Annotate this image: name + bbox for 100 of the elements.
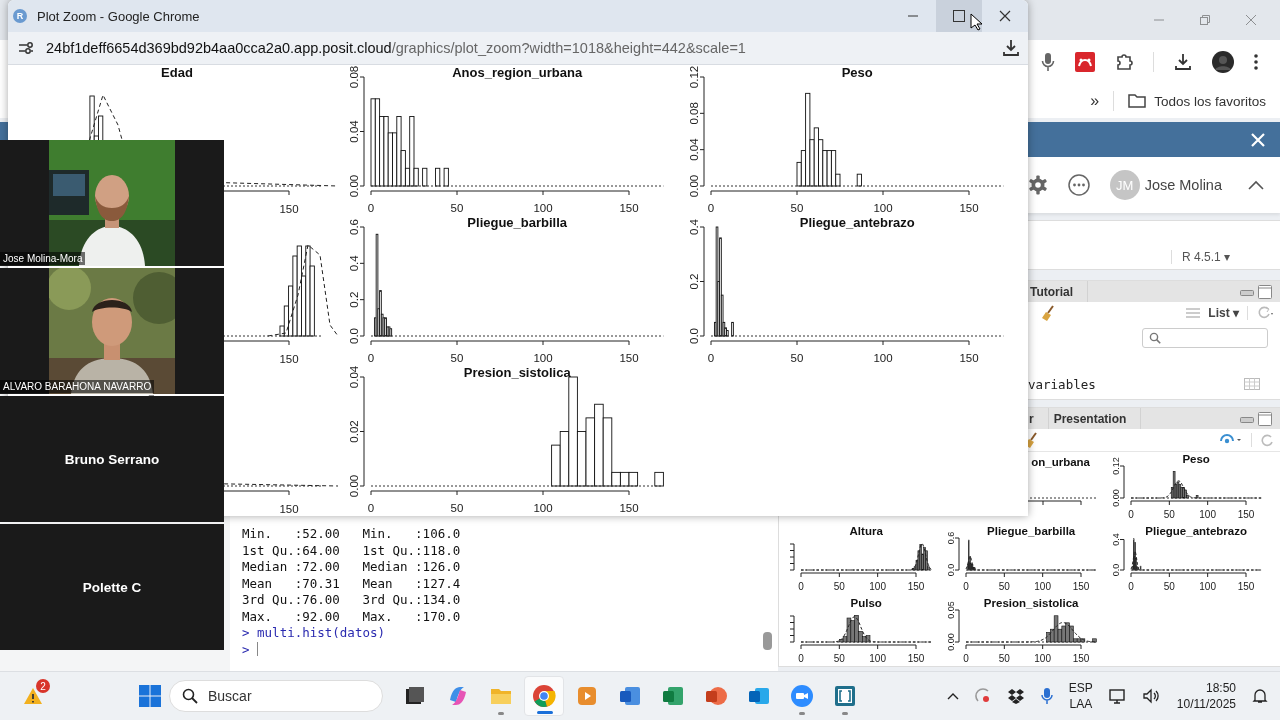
axis-tick-label: 0.04 — [348, 120, 360, 143]
axis-tick-label: 0.2 — [348, 291, 360, 308]
axis-tick-label: 150 — [619, 352, 639, 364]
axis-tick-label: 0.4 — [348, 255, 360, 272]
console-output-line: Mean :70.31 Mean :127.4 — [242, 575, 462, 592]
axis-tick-label: 100 — [533, 502, 553, 514]
axis-tick-label: 0.4 — [1111, 533, 1121, 546]
axis-tick-label: 0.12 — [1111, 457, 1121, 475]
axis-tick-label: 0 — [1128, 509, 1134, 520]
axis-tick-label: 0 — [367, 202, 375, 214]
axis-tick-label: 0.6 — [946, 531, 956, 545]
axis-tick-label: 50 — [790, 352, 804, 364]
user-name: Jose Molina — [1144, 177, 1222, 193]
axis-tick-label: 0 — [707, 202, 715, 214]
app-icon: R — [13, 9, 27, 23]
axis-tick-label: 150 — [907, 581, 925, 592]
axis-tick-label: 50 — [790, 202, 804, 214]
axis-tick-label: 0.02 — [348, 420, 360, 443]
participant-name: ALVARO BARAHONA NAVARRO — [0, 380, 155, 393]
axis-tick-label: 150 — [1237, 581, 1255, 592]
axis-tick-label: 0 — [963, 581, 969, 592]
axis-tick-label: 0 — [963, 653, 969, 664]
axis-tick-label: 100 — [869, 653, 886, 664]
axis-tick-label: 0.04 — [348, 365, 360, 389]
axis-tick-label: 150 — [1072, 581, 1090, 592]
axis-tick-label: 0.4 — [688, 219, 700, 235]
axis-tick-label: 150 — [959, 202, 979, 214]
environment-entry: variables — [1028, 376, 1096, 392]
chart-title: Pliegue_barbilla — [467, 215, 568, 230]
axis-tick-label: 100 — [1199, 509, 1216, 520]
chart-title: Pliegue_antebrazo — [1145, 525, 1247, 537]
axis-tick-label: 50 — [998, 581, 1010, 592]
axis-tick-label: 100 — [1034, 653, 1051, 664]
axis-tick-label: 0.6 — [348, 219, 360, 235]
axis-tick-label: 0.08 — [348, 65, 360, 89]
chart-title: on_urbana — [1031, 456, 1090, 468]
axis-tick-label: 150 — [279, 353, 299, 365]
axis-tick-label: 150 — [1237, 509, 1255, 520]
axis-tick-label: 100 — [873, 352, 893, 364]
axis-tick-label: 0.08 — [688, 102, 700, 125]
axis-tick-label: 50 — [450, 202, 464, 214]
axis-tick-label: 150 — [619, 202, 639, 214]
axis-tick-label: 0 — [1128, 581, 1134, 592]
axis-tick-label: 0.0 — [1111, 563, 1121, 577]
axis-tick-label: 0.00 — [348, 174, 360, 198]
axis-tick-label: 0 — [798, 653, 804, 664]
chart-title: Altura — [849, 525, 883, 537]
axis-tick-label: 150 — [619, 502, 639, 514]
chart-title: Peso — [1182, 453, 1210, 465]
axis-tick-label: 0.00 — [348, 474, 360, 498]
axis-tick-label: 0.00 — [1111, 489, 1121, 507]
axis-tick-label: 150 — [959, 352, 979, 364]
chart-title: Edad — [161, 65, 193, 80]
axis-tick-label: 50 — [833, 653, 845, 664]
axis-tick-label: 0.12 — [688, 65, 700, 89]
axis-tick-label: 0.0 — [946, 563, 956, 577]
axis-tick-label: 0.04 — [688, 138, 700, 161]
chart-title: Presion_sistolica — [463, 365, 571, 380]
chart-title: Pulso — [850, 597, 882, 609]
axis-tick-label: 150 — [279, 203, 299, 215]
console-command: > multi.hist(datos) — [242, 625, 386, 642]
axis-tick-label: 150 — [279, 503, 299, 515]
participant-name: Bruno Serrano — [64, 451, 160, 467]
axis-tick-label: 0.2 — [688, 273, 700, 290]
participant-name: Jose Molina-Mora — [0, 252, 86, 265]
chart-title: Anos_region_urbana — [452, 65, 583, 80]
axis-tick-label: 0.0 — [688, 328, 700, 344]
axis-tick-label: 50 — [450, 502, 464, 514]
axis-tick-label: 100 — [1034, 581, 1051, 592]
console-output-line: Median :72.00 Median :126.0 — [242, 559, 462, 576]
axis-tick-label: 100 — [533, 352, 553, 364]
axis-tick-label: 50 — [1163, 509, 1175, 520]
axis-tick-label: 150 — [1072, 653, 1090, 664]
axis-tick-label: 0 — [367, 352, 375, 364]
chart-title: Presion_sistolica — [983, 597, 1079, 609]
axis-tick-label: 0.0 — [348, 328, 360, 344]
axis-tick-label: 50 — [833, 581, 845, 592]
axis-tick-label: 0 — [367, 502, 375, 514]
console-output-line: Max. :92.00 Max. :170.0 — [242, 608, 462, 625]
axis-tick-label: 100 — [873, 202, 893, 214]
notification-badge: 2 — [36, 679, 50, 693]
axis-tick-label: 0.00 — [946, 633, 956, 651]
axis-tick-label: 100 — [869, 581, 886, 592]
axis-tick-label: 50 — [1163, 581, 1175, 592]
participant-name: Polette C — [82, 579, 142, 595]
axis-tick-label: 50 — [998, 653, 1010, 664]
chart-title: Pliegue_antebrazo — [799, 215, 915, 230]
chart-title: Pliegue_barbilla — [987, 525, 1076, 537]
axis-tick-label: 0.05 — [946, 601, 956, 619]
axis-tick-label: 0.00 — [688, 174, 700, 198]
axis-tick-label: 150 — [907, 653, 925, 664]
console-output-line: Min. :52.00 Min. :106.0 — [242, 526, 462, 543]
console-output-line: 1st Qu.:64.00 1st Qu.:118.0 — [242, 542, 462, 559]
console-output-line: 3rd Qu.:76.00 3rd Qu.:134.0 — [242, 592, 462, 609]
chart-title: Peso — [841, 65, 873, 80]
axis-tick-label: 0 — [707, 352, 715, 364]
axis-tick-label: 50 — [450, 352, 464, 364]
window-title: Plot Zoom - Google Chrome — [37, 8, 200, 24]
axis-tick-label: 100 — [1199, 581, 1216, 592]
axis-tick-label: 100 — [533, 202, 553, 214]
